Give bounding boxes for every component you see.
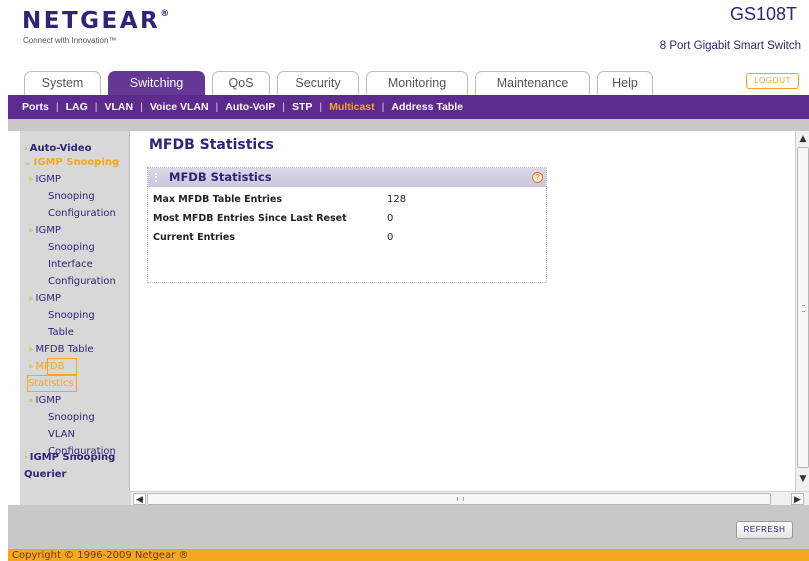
subnav-lag[interactable]: LAG (66, 101, 88, 113)
nav-igmp-snooping-interface-configuration[interactable]: » IGMP (28, 222, 61, 240)
left-nav: › Auto-Video ⌄ IGMP Snooping » IGMP Snoopin… (20, 131, 130, 491)
double-chevron-icon: » (28, 345, 34, 355)
tagline: Connect with Innovation™ (23, 36, 117, 45)
grip-icon (457, 497, 464, 501)
page-title: MFDB Statistics (149, 137, 274, 153)
logo-text: NETGEAR (22, 8, 161, 34)
tab-help[interactable]: Help (597, 71, 653, 95)
nav-line[interactable]: Statistics (28, 375, 74, 392)
tab-security[interactable]: Security (277, 71, 359, 95)
grip-icon (802, 305, 805, 312)
subnav-voice-vlan[interactable]: Voice VLAN (150, 101, 209, 113)
double-chevron-icon: » (28, 396, 34, 406)
nav-igmp-snooping-label: IGMP Snooping (33, 157, 120, 168)
subnav-multicast[interactable]: Multicast (329, 101, 375, 113)
nav-line[interactable]: Interface (48, 256, 93, 273)
chevron-right-icon: › (24, 144, 28, 154)
nav-auto-video-label: Auto-Video (29, 143, 92, 154)
nav-igmp-snooping-table[interactable]: » IGMP (28, 290, 61, 308)
grip-icon (155, 173, 162, 182)
nav-line[interactable]: Snooping (48, 188, 95, 205)
footer-band (8, 505, 809, 549)
scroll-up-icon[interactable]: ▲ (797, 133, 809, 146)
nav-mfdb-statistics[interactable]: » MFDB (28, 358, 64, 376)
gray-band (8, 119, 809, 131)
double-chevron-icon: » (28, 294, 34, 304)
scroll-down-icon[interactable]: ▼ (797, 473, 809, 486)
nav-igmp-snooping[interactable]: ⌄ IGMP Snooping (24, 154, 119, 172)
nav-igmp-snooping-vlan-configuration[interactable]: » IGMP (28, 392, 61, 410)
subnav-bar: Ports | LAG | VLAN | Voice VLAN | Auto-VoIP |… (8, 95, 809, 119)
row-value: 128 (387, 194, 407, 205)
tab-monitoring[interactable]: Monitoring (366, 71, 468, 95)
main-content: MFDB Statistics MFDB Statistics ? Max MF… (131, 131, 796, 491)
subnav-stp[interactable]: STP (292, 101, 312, 113)
header: NETGEAR® Connect with Innovation™ GS108T… (0, 0, 809, 68)
scroll-left-icon[interactable]: ◀ (133, 493, 146, 505)
logout-button[interactable]: LOGOUT (746, 73, 799, 89)
nav-line[interactable]: Snooping (48, 307, 95, 324)
panel-title: MFDB Statistics (169, 170, 272, 184)
nav-line[interactable]: Configuration (48, 273, 116, 290)
panel-header: MFDB Statistics ? (148, 168, 546, 187)
mfdb-statistics-panel: MFDB Statistics ? Max MFDB Table Entries… (147, 167, 547, 283)
vertical-scroll-thumb[interactable] (797, 147, 809, 468)
nav-igmp-snooping-querier[interactable]: › IGMP Snooping (24, 449, 115, 467)
nav-querier-label: IGMP Snooping (29, 452, 116, 463)
tab-system[interactable]: System (24, 71, 101, 95)
row-label: Most MFDB Entries Since Last Reset (153, 213, 347, 224)
nav-line[interactable]: Configuration (48, 205, 116, 222)
nav-line: IGMP (35, 225, 61, 236)
subnav-vlan[interactable]: VLAN (104, 101, 133, 113)
row-label: Max MFDB Table Entries (153, 194, 282, 205)
tab-qos[interactable]: QoS (212, 71, 270, 95)
nav-line[interactable]: Table (48, 324, 74, 341)
nav-line: MFDB Table (35, 344, 94, 355)
nav-igmp-snooping-configuration[interactable]: » IGMP (28, 171, 61, 189)
vertical-scrollbar[interactable]: ▲ ▼ (795, 131, 809, 491)
nav-line[interactable]: Querier (24, 466, 66, 483)
tab-switching[interactable]: Switching (108, 71, 205, 95)
copyright-text: Copyright © 1996-2009 Netgear ® (12, 550, 189, 561)
nav-line: IGMP (35, 293, 61, 304)
double-chevron-icon: » (28, 362, 34, 372)
model-name: GS108T (729, 4, 797, 24)
subnav-ports[interactable]: Ports (22, 101, 49, 113)
nav-mfdb-table[interactable]: » MFDB Table (28, 341, 94, 359)
left-nav-bottom (20, 491, 131, 505)
row-value: 0 (387, 232, 394, 243)
chevron-right-icon: › (24, 453, 28, 463)
scroll-right-icon[interactable]: ▶ (791, 493, 804, 505)
refresh-button[interactable]: REFRESH (736, 521, 793, 539)
double-chevron-icon: » (28, 175, 34, 185)
netgear-logo: NETGEAR® (22, 8, 170, 34)
tab-maintenance[interactable]: Maintenance (475, 71, 590, 95)
help-icon[interactable]: ? (532, 172, 543, 183)
subnav-address-table[interactable]: Address Table (391, 101, 463, 113)
row-label: Current Entries (153, 232, 235, 243)
horizontal-scroll-thumb[interactable] (147, 493, 771, 505)
subnav-auto-voip[interactable]: Auto-VoIP (225, 101, 275, 113)
nav-line[interactable]: VLAN (48, 426, 75, 443)
row-value: 0 (387, 213, 394, 224)
nav-line[interactable]: Snooping (48, 409, 95, 426)
double-chevron-icon: » (28, 226, 34, 236)
nav-line[interactable]: Snooping (48, 239, 95, 256)
model-description: 8 Port Gigabit Smart Switch (659, 40, 801, 52)
nav-line: IGMP (35, 174, 61, 185)
nav-line: MFDB (35, 361, 65, 372)
chevron-down-icon: ⌄ (24, 158, 32, 168)
horizontal-scrollbar[interactable]: ◀ ▶ (131, 491, 809, 505)
nav-line: IGMP (35, 395, 61, 406)
